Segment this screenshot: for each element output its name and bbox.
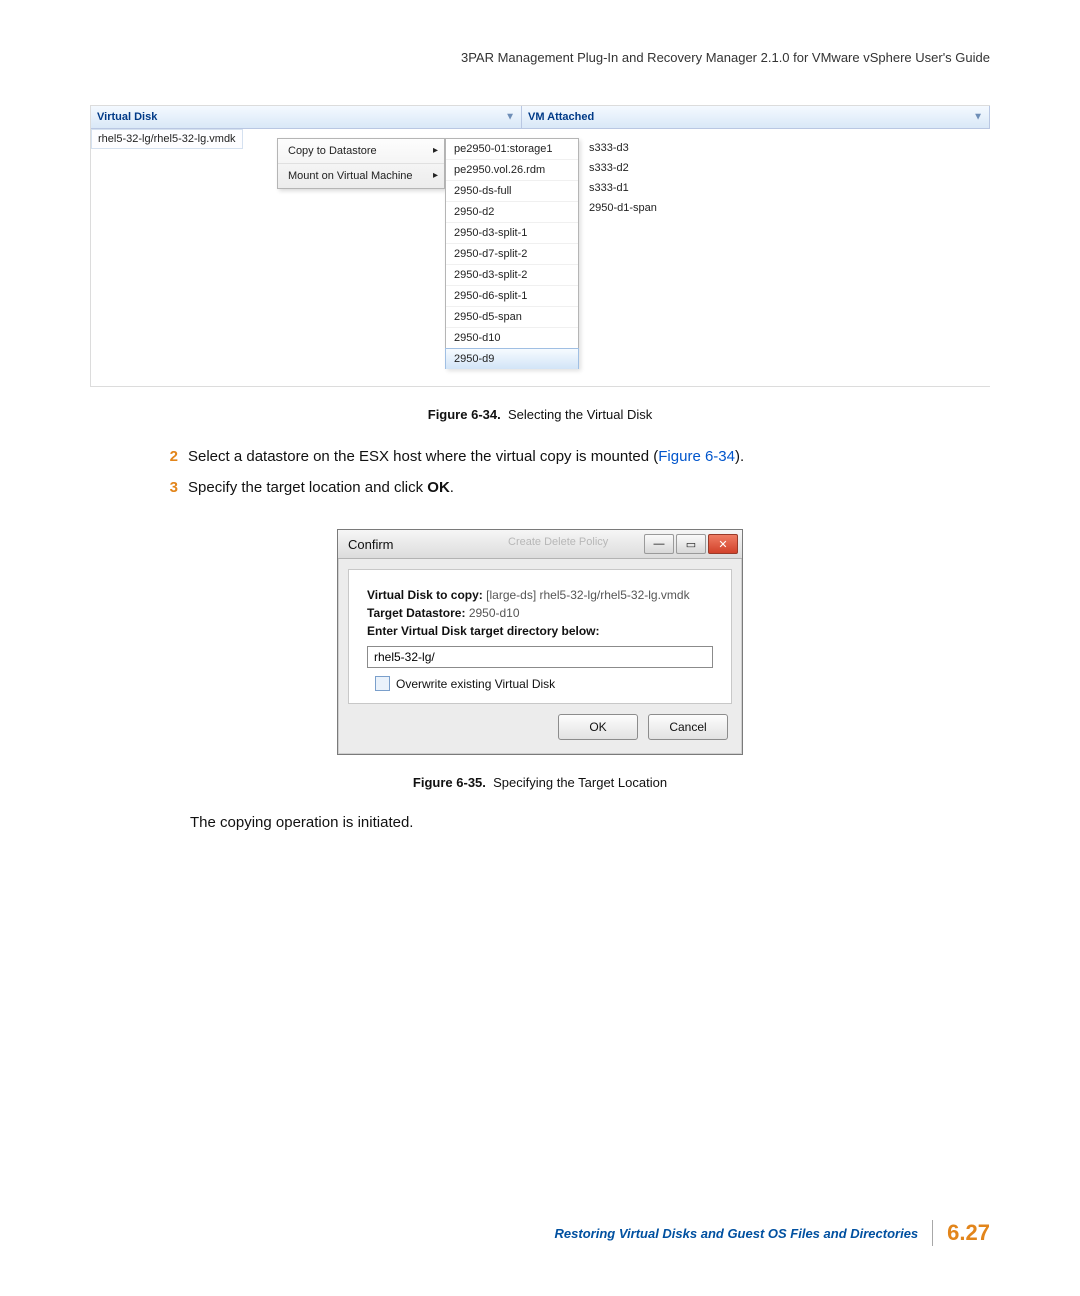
datastore-submenu-col2: s333-d3 s333-d2 s333-d1 2950-d1-span [581,138,681,218]
menu-item-mount-on-vm[interactable]: Mount on Virtual Machine [278,164,444,188]
footer-section-title: Restoring Virtual Disks and Guest OS Fil… [555,1226,919,1241]
figure-reference-link[interactable]: Figure 6-34 [658,448,735,465]
page-number: 6.27 [947,1220,990,1246]
target-datastore-value: 2950-d10 [469,606,520,620]
list-item[interactable]: 2950-d3-split-2 [446,265,578,286]
list-item[interactable]: pe2950.vol.26.rdm [446,160,578,181]
figure-caption-6-34: Figure 6-34. Selecting the Virtual Disk [90,407,990,422]
step-3: 3Specify the target location and click O… [160,477,990,500]
step-number: 2 [160,446,178,469]
column-header-virtual-disk[interactable]: Virtual Disk ▼ [91,106,522,128]
overwrite-checkbox[interactable] [375,676,390,691]
list-item[interactable]: 2950-ds-full [446,181,578,202]
figure-label: Figure 6-34. [428,407,501,422]
confirm-dialog: Confirm Create Delete Policy — ▭ ✕ Virtu… [337,529,743,755]
target-dir-input[interactable] [367,646,713,668]
figure-caption-6-35: Figure 6-35. Specifying the Target Locat… [90,775,990,790]
dialog-title: Confirm [348,537,394,552]
list-item[interactable]: 2950-d7-split-2 [446,244,578,265]
doc-header: 3PAR Management Plug-In and Recovery Man… [90,50,990,65]
doc-footer: Restoring Virtual Disks and Guest OS Fil… [555,1220,990,1246]
list-item[interactable]: s333-d1 [581,178,681,198]
footer-divider [932,1220,933,1246]
list-item[interactable]: 2950-d3-split-1 [446,223,578,244]
target-datastore-label: Target Datastore: [367,606,465,620]
filter-icon[interactable]: ▼ [505,112,515,123]
ghost-menu-text: Create Delete Policy [508,536,608,548]
column-header-vm-attached[interactable]: VM Attached ▼ [522,106,990,128]
figure-text: Selecting the Virtual Disk [508,407,652,422]
step-number: 3 [160,477,178,500]
body-text: The copying operation is initiated. [190,814,990,831]
overwrite-label: Overwrite existing Virtual Disk [396,677,555,691]
list-item[interactable]: s333-d2 [581,158,681,178]
target-dir-label: Enter Virtual Disk target directory belo… [367,624,600,638]
list-item-selected[interactable]: 2950-d9 [445,348,579,369]
step-2: 2Select a datastore on the ESX host wher… [160,446,990,469]
vd-copy-value: [large-ds] rhel5-32-lg/rhel5-32-lg.vmdk [486,588,689,602]
column-header-label: VM Attached [528,111,594,123]
vd-copy-label: Virtual Disk to copy: [367,588,483,602]
menu-item-copy-to-datastore[interactable]: Copy to Datastore [278,139,444,164]
list-item[interactable]: 2950-d6-split-1 [446,286,578,307]
figure-text: Specifying the Target Location [493,775,667,790]
datastore-submenu: pe2950-01:storage1 pe2950.vol.26.rdm 295… [445,138,579,369]
list-item[interactable]: pe2950-01:storage1 [446,139,578,160]
context-menu: Copy to Datastore Mount on Virtual Machi… [277,138,445,189]
maximize-button[interactable]: ▭ [676,534,706,554]
column-header-label: Virtual Disk [97,111,157,123]
list-item[interactable]: s333-d3 [581,138,681,158]
virtual-disk-row[interactable]: rhel5-32-lg/rhel5-32-lg.vmdk [91,129,243,149]
figure-label: Figure 6-35. [413,775,486,790]
dialog-titlebar: Confirm Create Delete Policy — ▭ ✕ [338,530,742,559]
cancel-button[interactable]: Cancel [648,714,728,740]
ok-button[interactable]: OK [558,714,638,740]
list-item[interactable]: 2950-d5-span [446,307,578,328]
filter-icon[interactable]: ▼ [973,112,983,123]
list-item[interactable]: 2950-d2 [446,202,578,223]
figure-6-34: Virtual Disk ▼ VM Attached ▼ rhel5-32-lg… [90,105,990,387]
list-item[interactable]: 2950-d10 [446,328,578,349]
close-button[interactable]: ✕ [708,534,738,554]
list-item[interactable]: 2950-d1-span [581,198,681,218]
minimize-button[interactable]: — [644,534,674,554]
